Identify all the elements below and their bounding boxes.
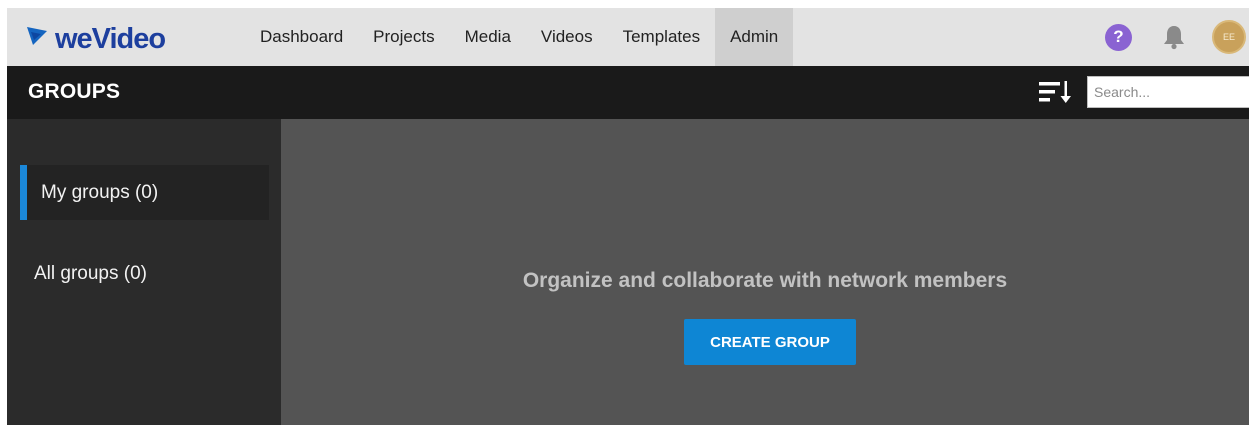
notification-bell-icon[interactable] <box>1161 24 1187 51</box>
main-content: Organize and collaborate with network me… <box>281 119 1249 425</box>
main-nav: Dashboard Projects Media Videos Template… <box>245 8 794 66</box>
sidebar-item-all-groups[interactable]: All groups (0) <box>20 246 269 301</box>
nav-admin[interactable]: Admin <box>715 8 794 66</box>
empty-state-message: Organize and collaborate with network me… <box>522 269 1008 292</box>
sort-icon[interactable] <box>1038 79 1072 105</box>
create-group-button[interactable]: CREATE GROUP <box>684 319 856 365</box>
section-header: GROUPS <box>7 66 1249 119</box>
sidebar-item-label: All groups (0) <box>34 262 147 284</box>
sidebar-item-my-groups[interactable]: My groups (0) <box>20 165 269 220</box>
nav-templates[interactable]: Templates <box>608 8 715 66</box>
nav-media[interactable]: Media <box>450 8 526 66</box>
nav-videos[interactable]: Videos <box>526 8 608 66</box>
groups-sidebar: My groups (0) All groups (0) <box>7 119 281 425</box>
page-title: GROUPS <box>28 80 121 103</box>
top-navigation-bar: weVideo Dashboard Projects Media Videos … <box>7 8 1249 66</box>
sidebar-item-label: My groups (0) <box>41 181 159 203</box>
help-icon[interactable]: ? <box>1105 23 1132 51</box>
app-window: weVideo Dashboard Projects Media Videos … <box>7 8 1249 425</box>
top-right-icons: ? EE <box>1105 8 1249 66</box>
search-input[interactable] <box>1087 76 1249 108</box>
user-avatar[interactable]: EE <box>1212 20 1246 54</box>
svg-text:weVideo: weVideo <box>54 23 165 54</box>
nav-projects[interactable]: Projects <box>358 8 449 66</box>
wevideo-logo[interactable]: weVideo <box>25 18 191 54</box>
nav-dashboard[interactable]: Dashboard <box>245 8 358 66</box>
